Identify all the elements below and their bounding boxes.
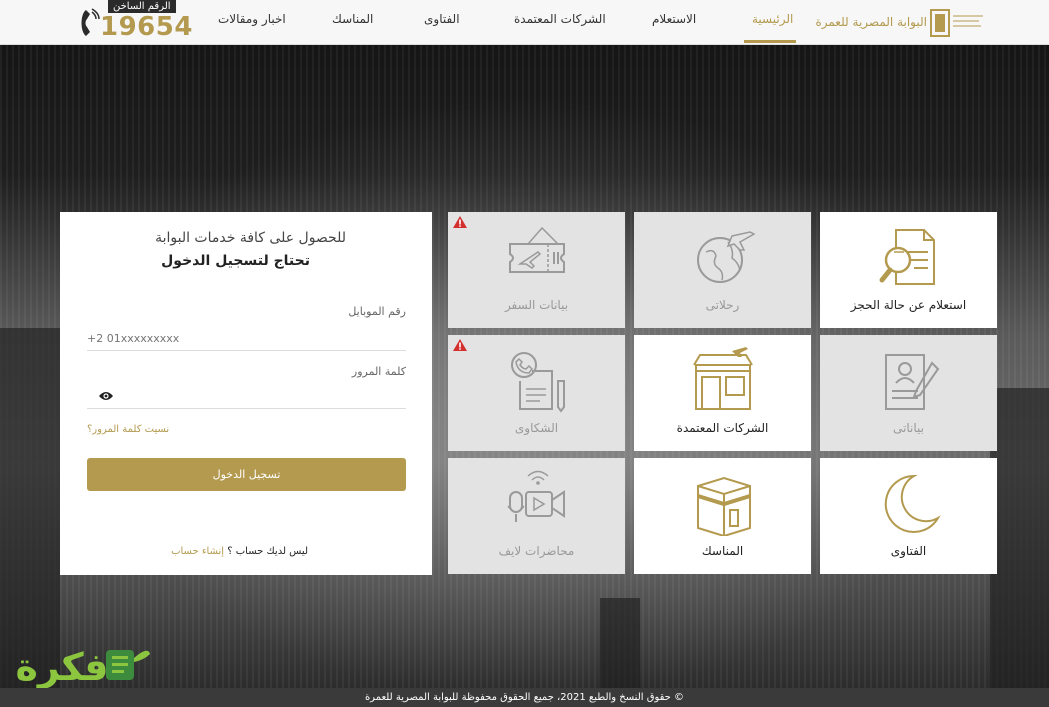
login-subheading: تحتاج لتسجيل الدخول [161,253,310,269]
background-building [0,328,60,688]
kaaba-icon [696,476,751,536]
phone-icon [81,8,100,36]
tile-complaints[interactable]: الشكاوى [448,335,625,451]
tile-booking-status[interactable]: استعلام عن حالة الحجز [820,212,997,328]
tile-label: رحلاتى [705,298,740,312]
complaint-phone-icon [510,352,565,413]
site-watermark: فكرة [2,640,152,692]
login-button[interactable]: تسجيل الدخول [87,458,406,491]
hotline-badge[interactable]: الرقم الساخن 19654 [78,0,192,44]
booking-search-icon [879,229,935,285]
travel-ticket-icon [508,226,565,273]
mobile-input[interactable] [87,326,406,351]
forgot-password-link[interactable]: نسيت كلمة المرور؟ [87,424,169,435]
tile-travel-data[interactable]: بيانات السفر [448,212,625,328]
tile-label: استعلام عن حالة الحجز [850,298,967,312]
tile-rituals[interactable]: المناسك [634,458,811,574]
no-account-text: ليس لديك حساب ؟ [227,546,308,557]
tile-label: الشكاوى [514,421,559,435]
top-navigation-bar: البوابة المصرية للعمرة الرئيسية الاستعلا… [0,0,1049,45]
create-account-link[interactable]: إنشاء حساب [171,546,224,557]
portal-brand-name: البوابة المصرية للعمرة [815,15,927,29]
signup-prompt: ليس لديك حساب ؟ إنشاء حساب [171,546,308,557]
crescent-moon-icon [884,474,941,533]
nav-rituals[interactable]: المناسك [332,12,373,26]
tile-my-trips[interactable]: رحلاتى [634,212,811,328]
footer-copyright: © حقوق النسخ والطبع 2021، جميع الحقوق مح… [0,688,1049,707]
tile-label: الفتاوى [890,544,927,558]
nav-home[interactable]: الرئيسية [752,12,793,26]
tile-live-lectures[interactable]: محاضرات لايف [448,458,625,574]
profile-document-icon [884,354,939,410]
live-lecture-icon [506,470,565,522]
login-panel: للحصول على كافة خدمات البوابة تحتاج لتسج… [60,212,432,575]
password-input[interactable] [87,384,406,409]
tile-label: الشركات المعتمدة [676,421,769,435]
tile-approved-companies[interactable]: الشركات المعتمدة [634,335,811,451]
nav-inquiry[interactable]: الاستعلام [652,12,696,26]
tile-label: بياناتى [893,421,924,435]
globe-plane-icon [696,231,756,283]
tile-fatwas[interactable]: الفتاوى [820,458,997,574]
hotline-number: 19654 [100,12,193,42]
nav-active-indicator [744,40,796,43]
nav-fatwas[interactable]: الفتاوى [424,12,460,26]
nav-news-articles[interactable]: اخبار ومقالات [218,12,286,26]
tile-my-data[interactable]: بياناتى [820,335,997,451]
tile-label: بيانات السفر [504,298,569,312]
nav-approved-companies[interactable]: الشركات المعتمدة [514,12,606,26]
mobile-label: رقم الموبايل [348,305,406,318]
tile-label: محاضرات لايف [498,544,575,558]
portal-logo-icon [930,9,983,37]
background-building [990,388,1049,688]
warning-icon [453,339,467,351]
watermark-logo-icon: فكرة [15,645,150,689]
watermark-text: فكرة [15,645,108,688]
login-heading: للحصول على كافة خدمات البوابة [155,230,346,246]
warning-icon [453,216,467,228]
password-label: كلمة المرور [351,365,406,378]
agency-office-icon [692,347,753,410]
tile-label: المناسك [701,544,744,558]
show-password-icon[interactable] [98,390,114,402]
background-building [600,598,640,688]
